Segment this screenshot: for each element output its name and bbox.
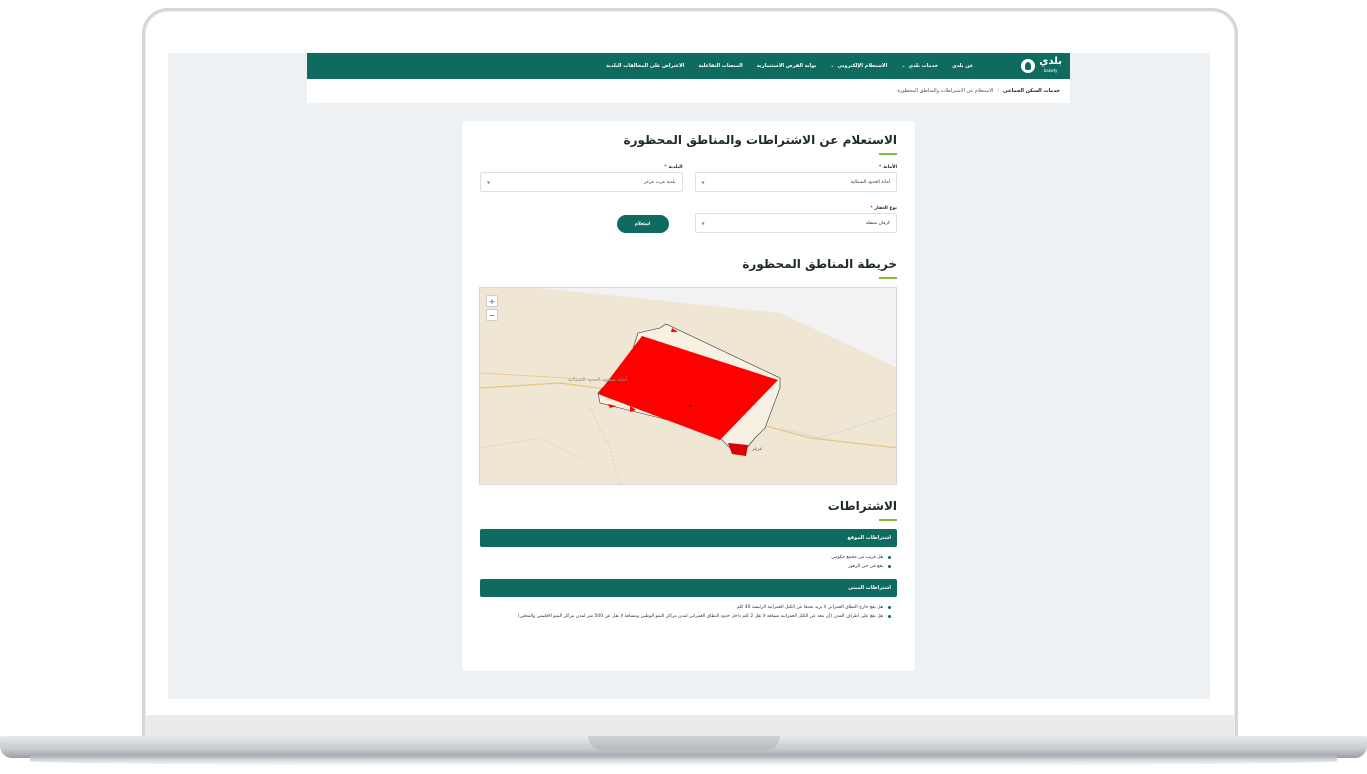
amanah-value: أمانة الحدود الشمالية xyxy=(850,179,890,185)
conditions-underline xyxy=(879,519,897,521)
zoom-in-button[interactable]: + xyxy=(486,295,498,307)
main-card: الاستعلام عن الاشتراطات والمناطق المحظور… xyxy=(462,121,915,671)
breadcrumb: خدمات السكن الجماعي / الاستعلام عن الاشت… xyxy=(307,79,1070,103)
laptop-bezel-bottom xyxy=(145,715,1235,737)
laptop-notch xyxy=(588,736,780,750)
property-type-field: نوع العقار* كرفان متنقلة ▼ xyxy=(694,206,897,233)
nav-item-investment-portal[interactable]: بوابة الفرص الاستثمارية xyxy=(757,63,817,69)
chevron-down-icon: ⌄ xyxy=(901,63,906,69)
amanah-select[interactable]: أمانة الحدود الشمالية ▼ xyxy=(694,172,897,192)
submit-wrap: استعلام xyxy=(480,206,683,233)
municipality-label: البلدية* xyxy=(664,165,683,170)
balady-logo[interactable]: بلدي balady xyxy=(1021,57,1062,75)
chevron-down-icon: ▼ xyxy=(701,179,705,185)
map-title-underline xyxy=(879,277,897,279)
property-type-value: كرفان متنقلة xyxy=(865,220,890,226)
list-item: هل يقع خارج النطاق العمراني لا يزيد بعده… xyxy=(480,603,891,612)
laptop-base-shadow xyxy=(30,756,1337,766)
property-type-label: نوع العقار* xyxy=(870,206,897,211)
top-navbar: بلدي balady عن بلدي خدمات بلدي ⌄ الاستعلا… xyxy=(307,53,1070,79)
amanah-field: الأمانة* أمانة الحدود الشمالية ▼ xyxy=(694,165,897,192)
map-label-region: أمانة منطقة الحدود الشمالية xyxy=(568,376,627,383)
nav-item-services[interactable]: خدمات بلدي ⌄ xyxy=(901,63,938,69)
breadcrumb-separator: / xyxy=(997,88,1000,94)
breadcrumb-current: الاستعلام عن الاشتراطات والمناطق المحظور… xyxy=(897,88,994,94)
chevron-down-icon: ⌄ xyxy=(830,63,835,69)
map-canvas: أمانة منطقة الحدود الشمالية عرعر xyxy=(480,288,896,484)
municipality-value: بلدية عرب عرعر xyxy=(644,179,676,185)
municipality-select[interactable]: بلدية عرب عرعر ▼ xyxy=(480,172,683,192)
breadcrumb-root[interactable]: خدمات السكن الجماعي xyxy=(1003,88,1060,94)
form-row-2: نوع العقار* كرفان متنقلة ▼ استعلام xyxy=(480,206,897,233)
municipality-field: البلدية* بلدية عرب عرعر ▼ xyxy=(480,165,683,192)
nav-item-objection[interactable]: الاعتراض على المخالفات البلدية xyxy=(606,63,684,69)
nav-item-interactive-platforms[interactable]: المنصات التفاعلية xyxy=(698,63,742,69)
page-title: الاستعلام عن الاشتراطات والمناطق المحظور… xyxy=(623,133,898,147)
conditions-title: الاشتراطات xyxy=(827,499,897,513)
palm-logo-icon xyxy=(1021,59,1036,73)
building-conditions-list: هل يقع خارج النطاق العمراني لا يزيد بعده… xyxy=(480,603,897,621)
list-item: هل يقع على اطراف المدن (أن تبعد عن الكتل… xyxy=(480,612,891,621)
site-conditions-list: هل قريب من مجمع حكومي يقع في حي الزهور xyxy=(480,553,897,571)
list-item: يقع في حي الزهور xyxy=(480,562,891,571)
list-item: هل قريب من مجمع حكومي xyxy=(480,553,891,562)
logo-wordmark: بلدي balady xyxy=(1039,56,1062,74)
chevron-down-icon: ▼ xyxy=(487,179,491,185)
site-conditions-header: اشتراطات الموقع xyxy=(480,529,897,547)
chevron-down-icon: ▼ xyxy=(701,220,705,226)
screen: بلدي balady عن بلدي خدمات بلدي ⌄ الاستعلا… xyxy=(168,53,1210,699)
nav-item-about[interactable]: عن بلدي xyxy=(952,63,973,69)
nav-item-e-inquiry[interactable]: الاستعلام الإلكتروني ⌄ xyxy=(830,63,887,69)
building-conditions-header: اشتراطات المبنى xyxy=(480,579,897,597)
title-underline xyxy=(879,153,897,155)
property-type-select[interactable]: كرفان متنقلة ▼ xyxy=(694,213,897,233)
map-label-city: عرعر xyxy=(751,447,763,452)
restricted-areas-map[interactable]: أمانة منطقة الحدود الشمالية عرعر + − xyxy=(479,287,897,485)
zoom-out-button[interactable]: − xyxy=(486,309,498,321)
form-row-1: الأمانة* أمانة الحدود الشمالية ▼ البلدية… xyxy=(480,165,897,192)
map-title: خريطة المناطق المحظورة xyxy=(742,257,897,271)
amanah-label: الأمانة* xyxy=(878,165,897,170)
nav-menu: عن بلدي خدمات بلدي ⌄ الاستعلام الإلكتروني… xyxy=(606,63,973,69)
inquiry-button[interactable]: استعلام xyxy=(616,215,669,233)
